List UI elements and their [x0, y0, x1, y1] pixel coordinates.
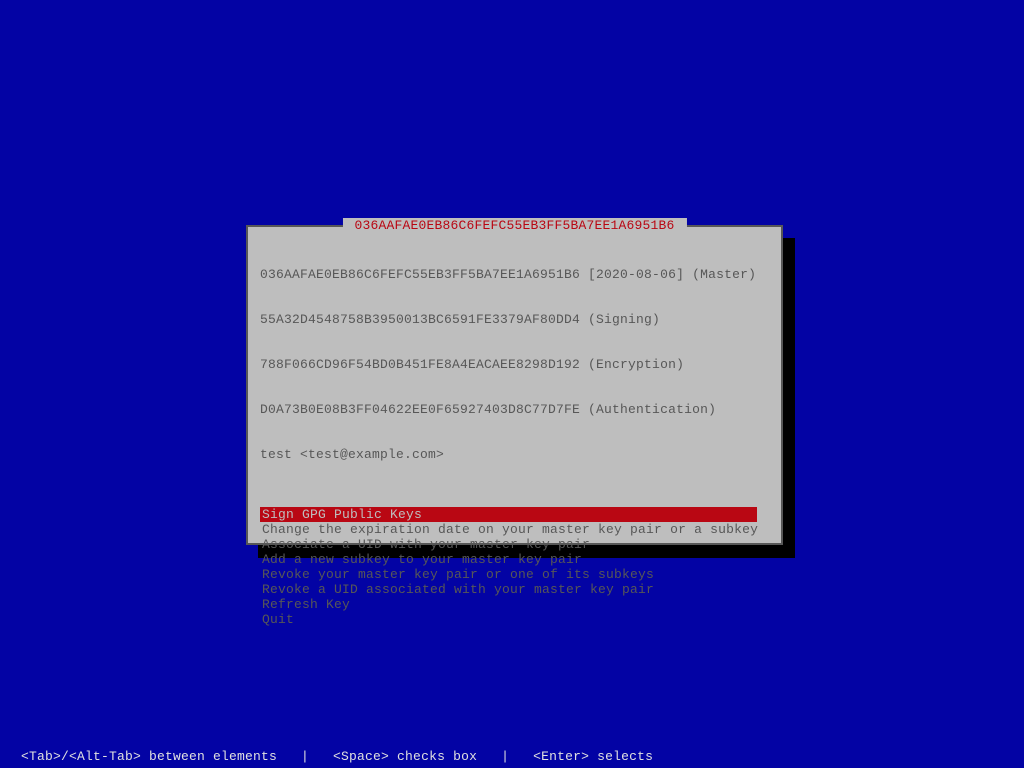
menu-item-revoke-key[interactable]: Revoke your master key pair or one of it… [260, 567, 769, 582]
gpg-key-dialog: 036AAFAE0EB86C6FEFC55EB3FF5BA7EE1A6951B6… [246, 225, 783, 545]
menu-item-change-expiration[interactable]: Change the expiration date on your maste… [260, 522, 769, 537]
key-info-block: 036AAFAE0EB86C6FEFC55EB3FF5BA7EE1A6951B6… [260, 237, 769, 492]
dialog-body: 036AAFAE0EB86C6FEFC55EB3FF5BA7EE1A6951B6… [248, 227, 781, 639]
menu-item-add-subkey[interactable]: Add a new subkey to your master key pair [260, 552, 769, 567]
keybinding-hint-bar: <Tab>/<Alt-Tab> between elements | <Spac… [21, 749, 653, 764]
terminal-screen: 036AAFAE0EB86C6FEFC55EB3FF5BA7EE1A6951B6… [0, 0, 1024, 768]
key-info-authentication: D0A73B0E08B3FF04622EE0F65927403D8C77D7FE… [260, 402, 769, 417]
key-info-uid: test <test@example.com> [260, 447, 769, 462]
key-info-signing: 55A32D4548758B3950013BC6591FE3379AF80DD4… [260, 312, 769, 327]
key-info-master: 036AAFAE0EB86C6FEFC55EB3FF5BA7EE1A6951B6… [260, 267, 769, 282]
action-menu: Sign GPG Public Keys Change the expirati… [260, 507, 769, 627]
key-info-encryption: 788F066CD96F54BD0B451FE8A4EACAEE8298D192… [260, 357, 769, 372]
menu-item-associate-uid[interactable]: Associate a UID with your master key pai… [260, 537, 769, 552]
dialog-title: 036AAFAE0EB86C6FEFC55EB3FF5BA7EE1A6951B6 [342, 218, 686, 233]
menu-item-refresh-key[interactable]: Refresh Key [260, 597, 769, 612]
menu-item-revoke-uid[interactable]: Revoke a UID associated with your master… [260, 582, 769, 597]
menu-item-quit[interactable]: Quit [260, 612, 769, 627]
menu-item-sign-keys[interactable]: Sign GPG Public Keys [260, 507, 757, 522]
